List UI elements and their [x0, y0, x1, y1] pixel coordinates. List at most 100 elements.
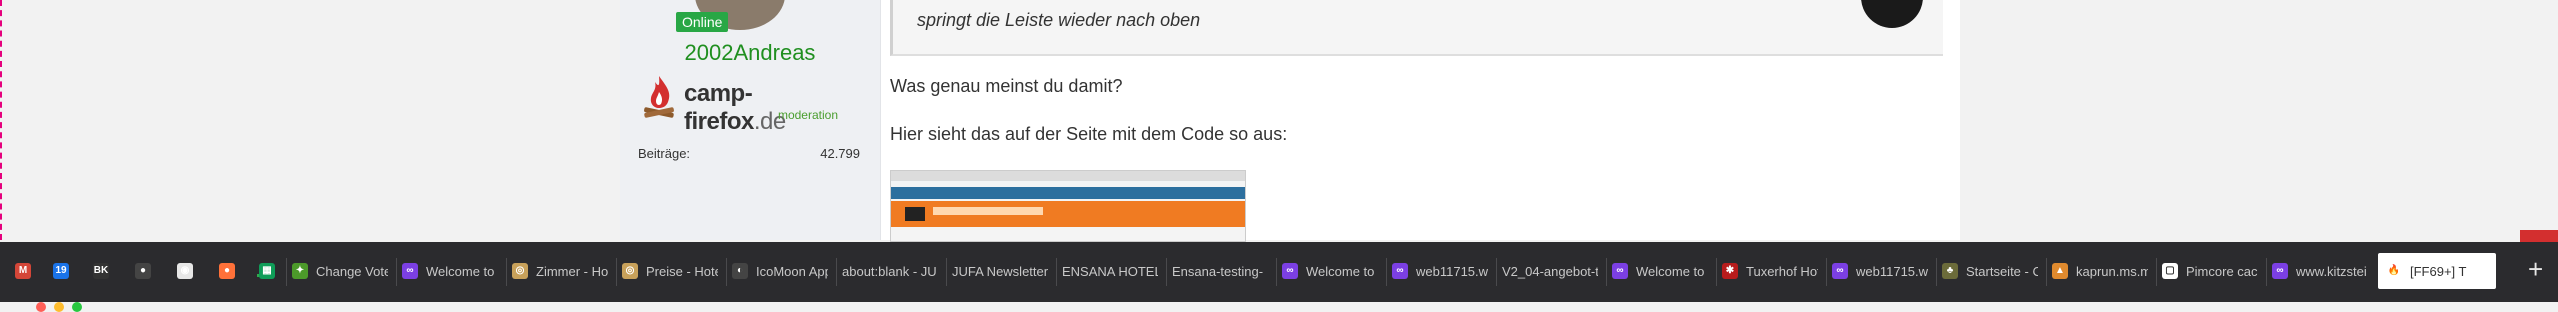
- browser-tab[interactable]: ✦ Change Vote: [292, 256, 388, 286]
- user-panel: Online 2002Andreas camp-firefox.de moder…: [620, 0, 881, 240]
- tab-label: Welcome to P: [1636, 263, 1708, 279]
- pinned-tab[interactable]: 19: [46, 256, 76, 286]
- tab-separator: [286, 258, 287, 286]
- browser-tab[interactable]: about:blank - JU: [842, 256, 938, 286]
- firefox-icon: ●: [219, 263, 235, 279]
- chrome-icon: ◉: [177, 263, 193, 279]
- browser-tab[interactable]: ▢ Pimcore cach: [2162, 256, 2258, 286]
- tab-separator: [616, 258, 617, 286]
- browser-tab[interactable]: ◎ Preise - Hote: [622, 256, 718, 286]
- browser-tab[interactable]: ◐ IcoMoon App: [732, 256, 828, 286]
- tab-separator: [2046, 258, 2047, 286]
- tab-separator: [506, 258, 507, 286]
- embedded-screenshot[interactable]: [890, 170, 1246, 242]
- tab-label: about:blank - JU: [842, 263, 937, 279]
- browser-tab[interactable]: V2_04-angebot-t: [1502, 256, 1598, 286]
- browser-tab[interactable]: ◎ Zimmer - Hot: [512, 256, 608, 286]
- tab-separator: [1826, 258, 1827, 286]
- tab-label: Zimmer - Hot: [536, 263, 608, 279]
- tab-favicon-icon: ∞: [2272, 263, 2288, 279]
- post-content: springt die Leiste wieder nach oben Was …: [890, 0, 1943, 242]
- browser-tab[interactable]: ENSANA HOTELS: [1062, 256, 1158, 286]
- tab-separator: [1386, 258, 1387, 286]
- tab-separator: [1276, 258, 1277, 286]
- new-tab-button[interactable]: +: [2528, 254, 2543, 285]
- tab-separator: [1606, 258, 1607, 286]
- tab-label: Preise - Hote: [646, 263, 718, 279]
- minimize-window-button[interactable]: [54, 302, 64, 312]
- post-count-label: Beiträge:: [638, 146, 691, 161]
- tab-label: kaprun.ms.m: [2076, 263, 2148, 279]
- browser-tab[interactable]: ∞ web11715.we: [1832, 256, 1928, 286]
- browser-tab[interactable]: ∞ Welcome to t: [402, 256, 498, 286]
- tab-label: [FF69+] T: [2410, 263, 2467, 279]
- active-browser-tab[interactable]: 🔥 [FF69+] T: [2378, 253, 2496, 289]
- browser-tab[interactable]: ✱ Tuxerhof Hot: [1722, 256, 1818, 286]
- browser-tab[interactable]: ∞ web11715.we: [1392, 256, 1488, 286]
- tab-favicon-icon: ▲: [2052, 263, 2068, 279]
- tab-favicon-icon: ✦: [292, 263, 308, 279]
- tab-separator: [1716, 258, 1717, 286]
- close-window-button[interactable]: [36, 302, 46, 312]
- browser-tab[interactable]: ∞ www.kitzstei: [2272, 256, 2368, 286]
- browser-tab-bar: + M 19 BK ● ◉ ● ▦ ✦ Change Vote ∞ Welcome to t ◎ Zim…: [0, 242, 2558, 302]
- forum-post: Online 2002Andreas camp-firefox.de moder…: [620, 0, 1960, 242]
- pinned-tab[interactable]: BK: [86, 256, 116, 286]
- tab-label: IcoMoon App: [756, 263, 828, 279]
- browser-tab[interactable]: ∞ Welcome to F: [1282, 256, 1378, 286]
- tab-favicon-icon: ◎: [622, 263, 638, 279]
- tab-label: www.kitzstei: [2296, 263, 2367, 279]
- sheets-icon: ▦: [259, 263, 275, 279]
- tab-favicon-icon: ♣: [1942, 263, 1958, 279]
- fire-icon: 🔥: [2387, 265, 2401, 276]
- tab-separator: [946, 258, 947, 286]
- quote-author-avatar[interactable]: [1861, 0, 1923, 28]
- tab-separator: [1166, 258, 1167, 286]
- rank-logo: camp-firefox.de moderation: [642, 74, 852, 135]
- tab-label: web11715.we: [1856, 263, 1928, 279]
- tab-label: Change Vote: [316, 263, 388, 279]
- pinned-tab[interactable]: ▦: [252, 256, 282, 286]
- campfire-icon: [644, 76, 674, 118]
- username-link[interactable]: 2002Andreas: [620, 40, 880, 66]
- pinned-tab[interactable]: ●: [212, 256, 242, 286]
- browser-tab[interactable]: JUFA Newsletter: [952, 256, 1048, 286]
- tab-favicon-icon: ◎: [512, 263, 528, 279]
- tab-label: Welcome to F: [1306, 263, 1378, 279]
- tab-label: V2_04-angebot-t: [1502, 263, 1598, 279]
- tab-label: Startseite - C: [1966, 263, 2038, 279]
- tab-label: web11715.we: [1416, 263, 1488, 279]
- tab-label: JUFA Newsletter: [952, 263, 1048, 279]
- dashed-guide-line: [0, 0, 2, 240]
- tab-separator: [396, 258, 397, 286]
- tab-label: Tuxerhof Hot: [1746, 263, 1818, 279]
- post-count-value: 42.799: [820, 146, 860, 161]
- calendar-icon: 19: [53, 263, 69, 279]
- pinned-tab[interactable]: ●: [128, 256, 158, 286]
- tab-separator: [1496, 258, 1497, 286]
- post-count-row: Beiträge: 42.799: [638, 146, 860, 161]
- browser-tab[interactable]: ▲ kaprun.ms.m: [2052, 256, 2148, 286]
- tab-favicon-icon: ▢: [2162, 263, 2178, 279]
- tab-separator: [726, 258, 727, 286]
- tab-separator: [2156, 258, 2157, 286]
- browser-tab[interactable]: ♣ Startseite - C: [1942, 256, 2038, 286]
- quote-block: springt die Leiste wieder nach oben: [890, 0, 1943, 56]
- tab-favicon-icon: ✱: [1722, 263, 1738, 279]
- tab-favicon-icon: ∞: [402, 263, 418, 279]
- tab-favicon-icon: ◐: [732, 263, 748, 279]
- pinned-tab[interactable]: M: [8, 256, 38, 286]
- browser-tab[interactable]: ∞ Welcome to P: [1612, 256, 1708, 286]
- scroll-to-top-button[interactable]: [2520, 230, 2558, 242]
- online-badge: Online: [676, 12, 729, 32]
- tab-label: ENSANA HOTELS: [1062, 263, 1158, 279]
- mail-icon: M: [15, 263, 31, 279]
- tab-favicon-icon: ∞: [1832, 263, 1848, 279]
- tab-favicon-icon: ∞: [1612, 263, 1628, 279]
- zoom-window-button[interactable]: [72, 302, 82, 312]
- tab-separator: [836, 258, 837, 286]
- tab-favicon-icon: ∞: [1282, 263, 1298, 279]
- pinned-tab[interactable]: ◉: [170, 256, 200, 286]
- tab-label: Ensana-testing-: [1172, 263, 1264, 279]
- browser-tab[interactable]: Ensana-testing-: [1172, 256, 1268, 286]
